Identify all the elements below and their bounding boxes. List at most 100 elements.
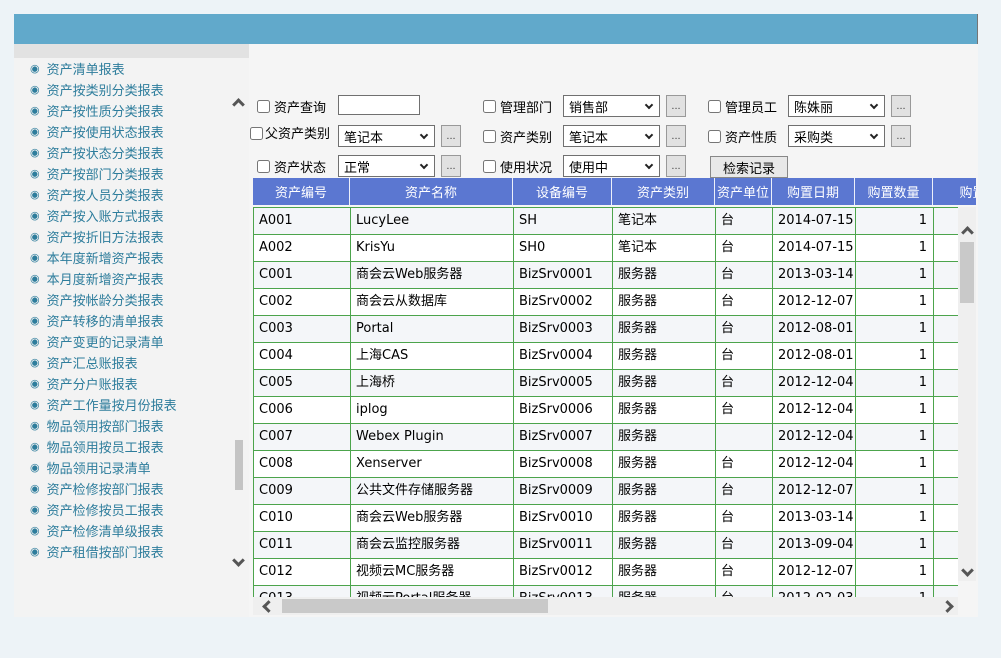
scroll-right-icon bbox=[941, 600, 954, 613]
cell-asset-category: 笔记本 bbox=[613, 208, 716, 234]
scroll-up-icon[interactable] bbox=[232, 98, 245, 111]
table-header-row: 资产编号资产名称设备编号资产类别资产单位购置日期购置数量购置 bbox=[253, 178, 976, 205]
cell-asset-unit: 台 bbox=[716, 289, 773, 315]
management-dept-select[interactable]: 销售部 bbox=[563, 95, 660, 117]
cell-purchase-qty: 1 bbox=[856, 343, 934, 369]
table-row[interactable]: C002商会云从数据库BizSrv0002服务器台2012-12-071 bbox=[254, 289, 958, 316]
cell-asset-category: 服务器 bbox=[613, 370, 716, 396]
header-cell-asset-name: 资产名称 bbox=[350, 178, 513, 205]
asset-query-checkbox[interactable] bbox=[257, 100, 270, 113]
sidebar-item[interactable]: ◉资产转移的清单报表 bbox=[14, 310, 232, 331]
usage-status-select[interactable]: 使用中 bbox=[563, 155, 660, 177]
sidebar-item[interactable]: ◉资产按状态分类报表 bbox=[14, 142, 232, 163]
asset-query-input[interactable] bbox=[338, 95, 420, 115]
bullet-icon: ◉ bbox=[30, 63, 40, 74]
horizontal-scroll-thumb[interactable] bbox=[282, 599, 548, 613]
table-row[interactable]: C011商会云监控服务器BizSrv0011服务器台2013-09-041 bbox=[254, 532, 958, 559]
usage-status-more-button[interactable]: ... bbox=[666, 155, 686, 177]
cell-purchase-qty: 1 bbox=[856, 316, 934, 342]
table-horizontal-scrollbar[interactable] bbox=[253, 597, 958, 615]
sidebar-item[interactable]: ◉资产检修清单级报表 bbox=[14, 520, 232, 541]
management-dept-checkbox[interactable] bbox=[483, 100, 496, 113]
cell-purchase-date: 2013-03-14 bbox=[773, 262, 856, 288]
table-row[interactable]: C007Webex PluginBizSrv0007服务器2012-12-041 bbox=[254, 424, 958, 451]
management-staff-more-button[interactable]: ... bbox=[891, 95, 911, 117]
table-row[interactable]: A002KrisYuSH0笔记本台2014-07-151 bbox=[254, 235, 958, 262]
sidebar-item[interactable]: ◉资产按折旧方法报表 bbox=[14, 226, 232, 247]
sidebar-item[interactable]: ◉资产变更的记录清单 bbox=[14, 331, 232, 352]
sidebar-item[interactable]: ◉物品领用按员工报表 bbox=[14, 436, 232, 457]
scroll-down-button[interactable] bbox=[958, 559, 976, 581]
table-row[interactable]: C006iplogBizSrv0006服务器台2012-12-041 bbox=[254, 397, 958, 424]
sidebar-item[interactable]: ◉资产分户账报表 bbox=[14, 373, 232, 394]
cell-purchase-extra bbox=[934, 451, 958, 477]
cell-purchase-qty: 1 bbox=[856, 370, 934, 396]
asset-nature-select[interactable]: 采购类 bbox=[788, 125, 885, 147]
scroll-up-button[interactable] bbox=[958, 221, 976, 243]
cell-asset-no: A001 bbox=[254, 208, 351, 234]
table-row[interactable]: A001LucyLeeSH笔记本台2014-07-151 bbox=[254, 208, 958, 235]
table-row[interactable]: C009公共文件存储服务器BizSrv0009服务器台2012-12-071 bbox=[254, 478, 958, 505]
parent-category-select[interactable]: 笔记本 bbox=[338, 125, 435, 147]
scroll-up-icon bbox=[961, 226, 974, 239]
sidebar-item[interactable]: ◉资产按部门分类报表 bbox=[14, 163, 232, 184]
vertical-scroll-thumb[interactable] bbox=[960, 242, 974, 303]
table-row[interactable]: C003PortalBizSrv0003服务器台2012-08-011 bbox=[254, 316, 958, 343]
asset-nature-more-button[interactable]: ... bbox=[891, 125, 911, 147]
sidebar-item[interactable]: ◉资产按性质分类报表 bbox=[14, 100, 232, 121]
sidebar-item-label: 物品领用按员工报表 bbox=[47, 437, 164, 456]
usage-status-checkbox[interactable] bbox=[483, 160, 496, 173]
cell-purchase-date: 2013-09-04 bbox=[773, 532, 856, 558]
sidebar-item[interactable]: ◉物品领用记录清单 bbox=[14, 457, 232, 478]
table-row[interactable]: C013视频云Portal服务器BizSrv0013服务器台2012-02-03… bbox=[254, 586, 958, 597]
sidebar-item[interactable]: ◉资产按人员分类报表 bbox=[14, 184, 232, 205]
table-row[interactable]: C008XenserverBizSrv0008服务器台2012-12-041 bbox=[254, 451, 958, 478]
management-dept-more-button[interactable]: ... bbox=[666, 95, 686, 117]
scroll-left-button[interactable] bbox=[257, 597, 279, 615]
asset-category-more-button[interactable]: ... bbox=[666, 125, 686, 147]
sidebar-scrollbar[interactable] bbox=[232, 58, 246, 617]
asset-category-select[interactable]: 笔记本 bbox=[563, 125, 660, 147]
sidebar-item[interactable]: ◉资产按类别分类报表 bbox=[14, 79, 232, 100]
cell-asset-unit: 台 bbox=[716, 316, 773, 342]
sidebar-item-label: 物品领用记录清单 bbox=[47, 458, 151, 477]
asset-status-checkbox[interactable] bbox=[257, 160, 270, 173]
sidebar-item[interactable]: ◉物品领用按部门报表 bbox=[14, 415, 232, 436]
parent-category-more-button[interactable]: ... bbox=[441, 125, 461, 147]
table-vertical-scrollbar[interactable] bbox=[958, 207, 976, 581]
sidebar-item[interactable]: ◉资产检修按部门报表 bbox=[14, 478, 232, 499]
management-staff-checkbox[interactable] bbox=[708, 100, 721, 113]
asset-status-select[interactable]: 正常 bbox=[338, 155, 435, 177]
asset-status-more-button[interactable]: ... bbox=[441, 155, 461, 177]
sidebar-item[interactable]: ◉资产租借按部门报表 bbox=[14, 541, 232, 562]
cell-asset-category: 服务器 bbox=[613, 289, 716, 315]
table-row[interactable]: C001商会云Web服务器BizSrv0001服务器台2013-03-141 bbox=[254, 262, 958, 289]
table-row[interactable]: C005上海桥BizSrv0005服务器台2012-12-041 bbox=[254, 370, 958, 397]
scroll-down-icon[interactable] bbox=[232, 554, 245, 567]
cell-purchase-extra bbox=[934, 316, 958, 342]
bullet-icon: ◉ bbox=[30, 294, 40, 305]
management-staff-select[interactable]: 陈姝丽 bbox=[788, 95, 885, 117]
scroll-right-button[interactable] bbox=[936, 597, 958, 615]
cell-asset-category: 服务器 bbox=[613, 586, 716, 597]
header-cell-device-no: 设备编号 bbox=[513, 178, 612, 205]
cell-device-no: BizSrv0009 bbox=[514, 478, 613, 504]
sidebar-item[interactable]: ◉资产按入账方式报表 bbox=[14, 205, 232, 226]
sidebar-item[interactable]: ◉本年度新增资产报表 bbox=[14, 247, 232, 268]
sidebar-item[interactable]: ◉资产按使用状态报表 bbox=[14, 121, 232, 142]
sidebar-item[interactable]: ◉资产汇总账报表 bbox=[14, 352, 232, 373]
usage-status-filter: 使用状况 bbox=[483, 157, 552, 176]
sidebar-item[interactable]: ◉本月度新增资产报表 bbox=[14, 268, 232, 289]
sidebar-scroll-thumb[interactable] bbox=[235, 440, 243, 490]
asset-nature-checkbox[interactable] bbox=[708, 130, 721, 143]
table-row[interactable]: C004上海CASBizSrv0004服务器台2012-08-011 bbox=[254, 343, 958, 370]
asset-category-checkbox[interactable] bbox=[483, 130, 496, 143]
table-row[interactable]: C010商会云Web服务器BizSrv0010服务器台2013-03-141 bbox=[254, 505, 958, 532]
sidebar-item[interactable]: ◉资产工作量按月份报表 bbox=[14, 394, 232, 415]
search-records-button[interactable]: 检索记录 bbox=[710, 156, 788, 178]
sidebar-item[interactable]: ◉资产检修按员工报表 bbox=[14, 499, 232, 520]
sidebar-item[interactable]: ◉资产按帐龄分类报表 bbox=[14, 289, 232, 310]
table-row[interactable]: C012视频云MC服务器BizSrv0012服务器台2012-12-071 bbox=[254, 559, 958, 586]
sidebar-item[interactable]: ◉资产清单报表 bbox=[14, 58, 232, 79]
parent-category-checkbox[interactable] bbox=[250, 127, 263, 140]
